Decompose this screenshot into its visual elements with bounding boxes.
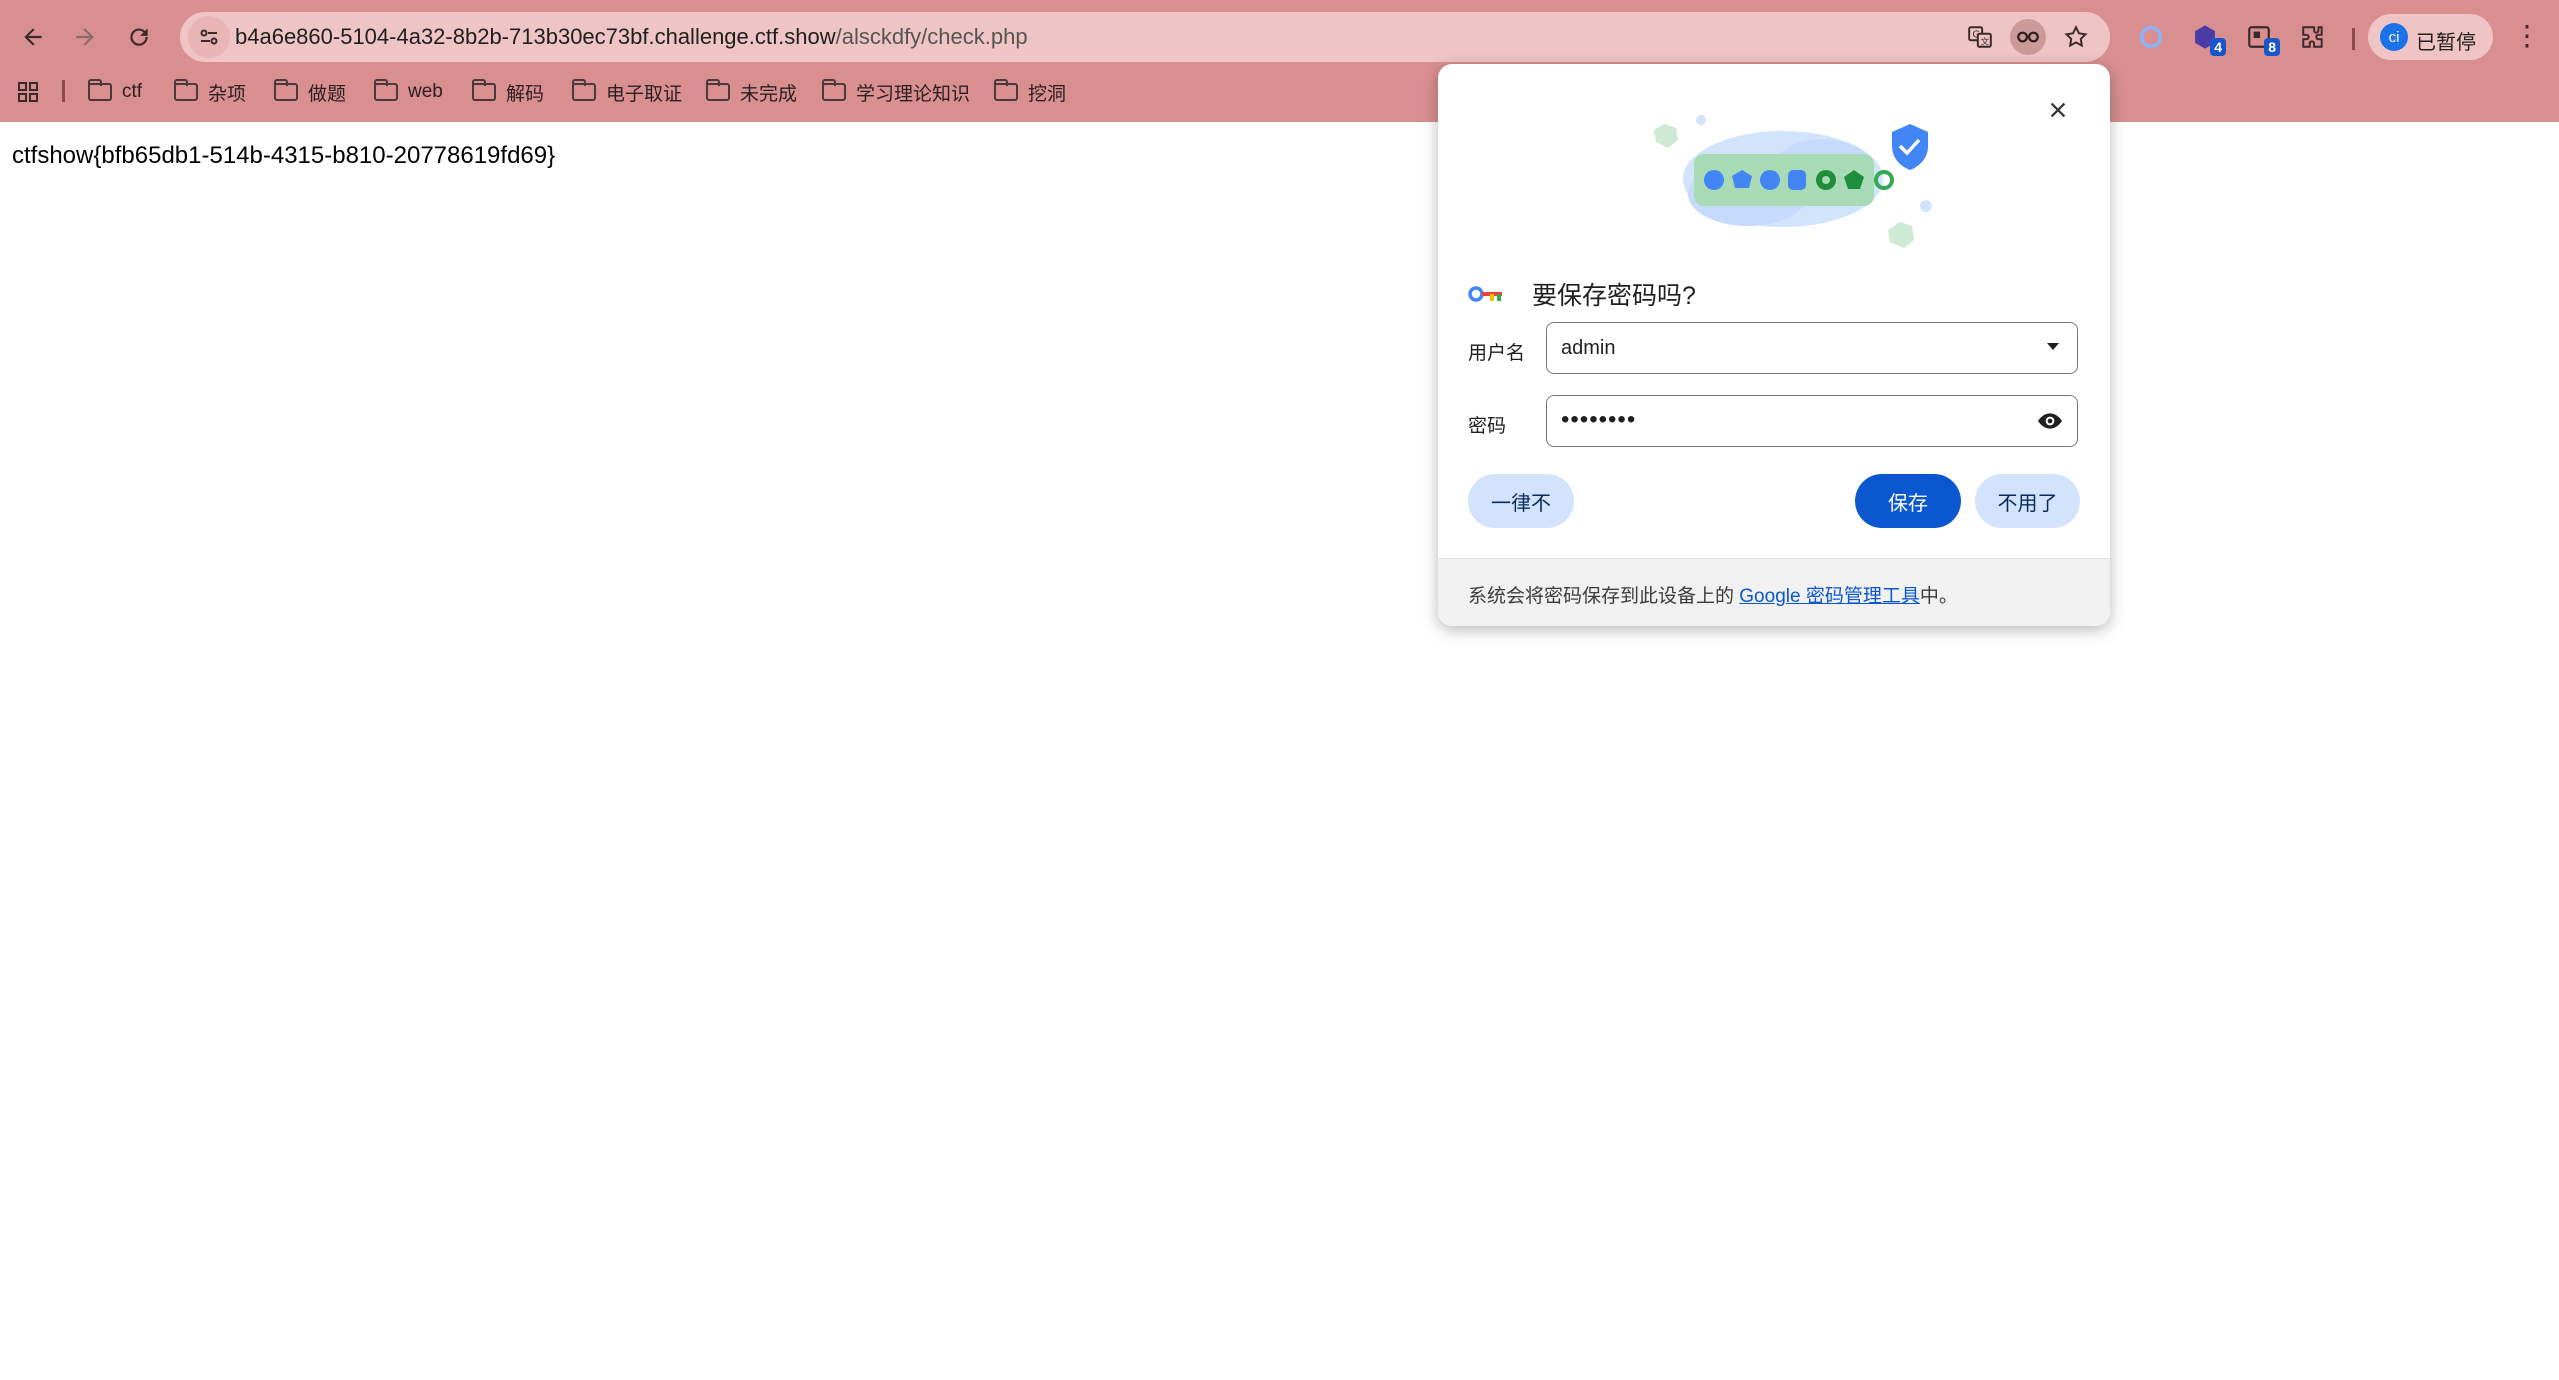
page-flag-text: ctfshow{bfb65db1-514b-4315-b810-20778619…	[12, 142, 556, 169]
extensions-puzzle-icon[interactable]	[2292, 16, 2334, 58]
folder-icon	[374, 79, 398, 101]
bookmark-label: 电子取证	[606, 83, 683, 105]
bookmark-label: 杂项	[208, 83, 247, 105]
folder-icon	[88, 79, 112, 101]
extension-screenshot-icon[interactable]: 8	[2238, 16, 2280, 58]
bookmarks-divider	[62, 80, 65, 102]
footer-prefix: 系统会将密码保存到此设备上的	[1468, 586, 1740, 607]
bookmark-folder-vuln[interactable]: 挖洞	[994, 76, 1066, 108]
bookmark-label: 解码	[506, 83, 545, 105]
key-icon	[1468, 274, 1506, 314]
footer-text: 系统会将密码保存到此设备上的 Google 密码管理工具中。	[1468, 581, 1958, 608]
bookmark-label: 未完成	[740, 83, 798, 105]
username-value: admin	[1561, 337, 1616, 359]
save-button[interactable]: 保存	[1855, 474, 1961, 528]
password-manager-link[interactable]: Google 密码管理工具	[1739, 586, 1920, 607]
username-select[interactable]: admin	[1546, 322, 2078, 374]
address-bar[interactable]: b4a6e860-5104-4a32-8b2b-713b30ec73bf.cha…	[180, 12, 2110, 62]
bookmark-label: 挖洞	[1028, 83, 1067, 105]
password-value: ••••••••	[1561, 406, 1637, 433]
bookmark-folder-unfinished[interactable]: 未完成	[706, 76, 797, 108]
url-host: b4a6e860-5104-4a32-8b2b-713b30ec73bf.cha…	[235, 24, 836, 49]
translate-icon[interactable]: G文	[1962, 19, 1998, 55]
extension-badge: 4	[2210, 38, 2226, 56]
bookmark-label: 做题	[308, 83, 347, 105]
profile-button[interactable]: ci 已暂停	[2368, 14, 2493, 60]
url-path: /alsckdfy/check.php	[835, 24, 1028, 49]
more-menu-icon[interactable]: ⋮	[2513, 22, 2541, 50]
back-arrow-icon[interactable]	[12, 16, 54, 58]
browser-chrome: b4a6e860-5104-4a32-8b2b-713b30ec73bf.cha…	[0, 0, 2559, 122]
bookmark-label: ctf	[122, 81, 143, 102]
folder-icon	[174, 79, 198, 101]
bookmark-folder-web[interactable]: web	[374, 76, 443, 108]
site-info-icon[interactable]	[188, 16, 230, 58]
close-icon[interactable]	[2038, 90, 2078, 130]
bookmark-star-icon[interactable]	[2058, 19, 2094, 55]
never-button[interactable]: 一律不	[1468, 474, 1574, 528]
reload-icon[interactable]	[118, 16, 160, 58]
avatar: ci	[2380, 23, 2408, 51]
bookmark-label: 学习理论知识	[856, 83, 971, 105]
password-label: 密码	[1468, 416, 1507, 437]
address-url[interactable]: b4a6e860-5104-4a32-8b2b-713b30ec73bf.cha…	[235, 24, 1028, 50]
profile-status: 已暂停	[2416, 32, 2476, 54]
dialog-title: 要保存密码吗?	[1532, 282, 1696, 310]
folder-icon	[472, 79, 496, 101]
password-key-icon[interactable]	[2010, 19, 2046, 55]
bookmark-folder-decode[interactable]: 解码	[472, 76, 544, 108]
bookmarks-bar: ctf 杂项 做题 web 解码 电子取证 未完成 学习理论知识 挖洞	[0, 70, 2559, 114]
forward-arrow-icon[interactable]	[64, 16, 106, 58]
folder-icon	[822, 79, 846, 101]
bookmark-folder-ctf[interactable]: ctf	[88, 76, 142, 108]
dropdown-arrow-icon[interactable]	[2047, 343, 2059, 350]
bookmark-label: web	[408, 81, 443, 102]
username-label: 用户名	[1468, 343, 1526, 364]
footer-suffix: 中。	[1919, 586, 1958, 607]
bookmark-folder-forensics[interactable]: 电子取证	[572, 76, 682, 108]
folder-icon	[994, 79, 1018, 101]
browser-toolbar: b4a6e860-5104-4a32-8b2b-713b30ec73bf.cha…	[0, 8, 2559, 66]
bookmark-folder-misc[interactable]: 杂项	[174, 76, 246, 108]
dialog-footer: 系统会将密码保存到此设备上的 Google 密码管理工具中。	[1438, 558, 2110, 626]
password-field[interactable]: ••••••••	[1546, 395, 2078, 447]
password-illustration	[1608, 84, 1948, 294]
no-thanks-button[interactable]: 不用了	[1975, 474, 2080, 528]
folder-icon	[572, 79, 596, 101]
svg-text:文: 文	[1981, 36, 1990, 48]
toolbar-divider	[2352, 28, 2355, 50]
extension-circle-icon[interactable]	[2130, 16, 2172, 58]
bookmark-folder-theory[interactable]: 学习理论知识	[822, 76, 970, 108]
save-password-dialog: 要保存密码吗? 用户名 admin 密码 •••••••• 一律不 保存 不用了…	[1438, 64, 2110, 626]
apps-grid-icon[interactable]	[16, 76, 40, 108]
extension-hexagon-icon[interactable]: 4	[2184, 16, 2226, 58]
folder-icon	[274, 79, 298, 101]
extension-badge: 8	[2264, 38, 2280, 56]
folder-icon	[706, 79, 730, 101]
bookmark-folder-practice[interactable]: 做题	[274, 76, 346, 108]
show-password-eye-icon[interactable]	[2037, 408, 2063, 434]
